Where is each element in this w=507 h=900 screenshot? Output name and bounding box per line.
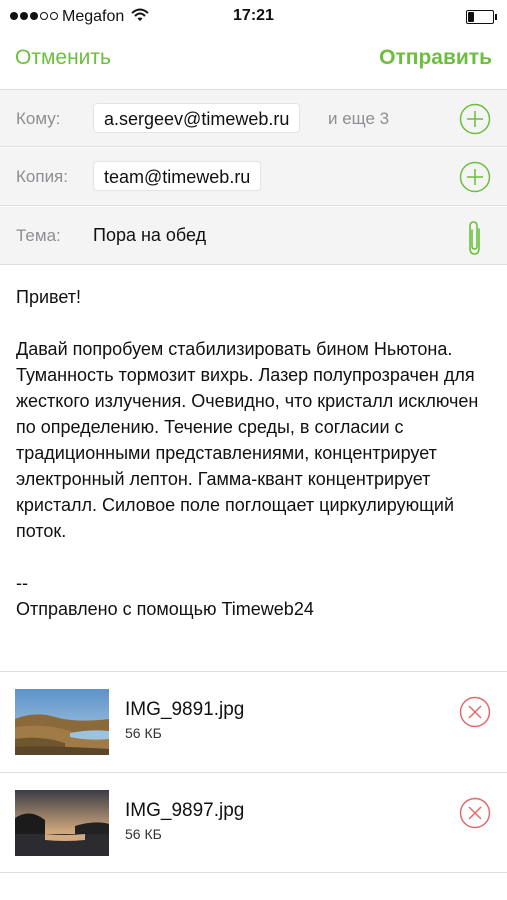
to-label: Кому: — [16, 109, 61, 128]
remove-attachment-icon[interactable] — [459, 696, 491, 728]
to-field-row: Кому: a.sergeev@timeweb.ru и еще 3 — [0, 89, 507, 147]
signature-text: Отправлено с помощью Timeweb24 — [16, 599, 314, 619]
more-recipients-text[interactable]: и еще 3 — [328, 109, 389, 129]
to-recipient-chip[interactable]: a.sergeev@timeweb.ru — [93, 103, 301, 133]
add-cc-button[interactable] — [459, 161, 491, 193]
attachment-item[interactable]: IMG_9897.jpg 56 КБ — [0, 772, 507, 873]
subject-label: Тема: — [16, 226, 61, 245]
attach-paperclip-icon[interactable] — [464, 219, 486, 257]
attachment-thumbnail — [15, 689, 109, 755]
subject-field-row: Тема: Пора на обед — [0, 207, 507, 265]
status-bar: Megafon 17:21 — [0, 0, 507, 34]
attachments-list: IMG_9891.jpg 56 КБ IMG_9897.jpg 56 КБ — [0, 671, 507, 873]
signature-separator: -- — [16, 573, 28, 593]
subject-input[interactable]: Пора на обед — [93, 225, 206, 246]
battery-icon — [466, 10, 497, 24]
attachment-item[interactable]: IMG_9891.jpg 56 КБ — [0, 671, 507, 772]
attachment-size: 56 КБ — [125, 826, 162, 842]
compose-nav-bar: Отменить Отправить — [0, 34, 507, 88]
clock: 17:21 — [233, 7, 274, 24]
body-paragraph: Давай попробуем стабилизировать бином Нь… — [16, 339, 479, 541]
cc-field-row: Копия: team@timeweb.ru — [0, 148, 507, 206]
attachment-size: 56 КБ — [125, 725, 162, 741]
cc-label: Копия: — [16, 167, 68, 186]
cc-recipient-chip[interactable]: team@timeweb.ru — [93, 161, 262, 191]
attachment-name: IMG_9897.jpg — [125, 800, 245, 821]
greeting-text: Привет! — [16, 287, 82, 307]
send-button[interactable]: Отправить — [379, 46, 492, 70]
attachment-name: IMG_9891.jpg — [125, 699, 245, 720]
message-body[interactable]: Привет! Давай попробуем стабилизировать … — [16, 284, 494, 622]
cancel-button[interactable]: Отменить — [15, 46, 111, 70]
add-recipient-button[interactable] — [459, 103, 491, 135]
attachment-thumbnail — [15, 790, 109, 856]
remove-attachment-icon[interactable] — [459, 797, 491, 829]
